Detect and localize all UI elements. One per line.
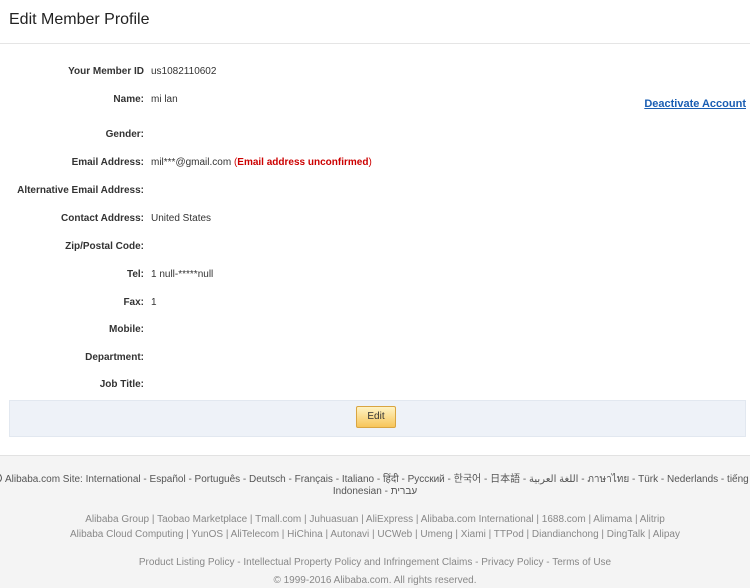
mobile-row: Mobile: (0, 324, 600, 340)
contact-address-label: Contact Address: (61, 213, 144, 224)
department-label: Department: (85, 352, 144, 363)
job-title-row: Job Title: (0, 379, 600, 395)
member-id-label: Your Member ID (68, 66, 144, 77)
member-id-row: Your Member ID us1082110602 (0, 66, 600, 82)
gender-label: Gender: (105, 129, 144, 140)
name-label: Name: (113, 94, 144, 105)
mobile-label: Mobile: (109, 324, 144, 335)
footer-copyright: © 1999-2016 Alibaba.com. All rights rese… (273, 575, 477, 586)
email-label: Email Address: (71, 157, 144, 168)
footer: Alibaba.com Site: International - Españo… (0, 455, 750, 588)
name-value: mi lan (151, 94, 178, 105)
fax-row: Fax: 1 (0, 297, 600, 313)
edit-button[interactable]: Edit (356, 406, 396, 428)
name-row: Name: mi lan (0, 94, 600, 110)
footer-sites-links[interactable]: Alibaba.com Site: International - Españo… (5, 474, 750, 485)
tel-label: Tel: (126, 269, 144, 280)
fax-label: Fax: (123, 297, 144, 308)
page-title: Edit Member Profile (9, 11, 150, 28)
footer-group-links-1[interactable]: Alibaba Group | Taobao Marketplace | Tma… (0, 514, 750, 525)
contact-address-value: United States (151, 213, 212, 224)
zip-row: Zip/Postal Code: (0, 241, 600, 257)
job-title-label: Job Title: (99, 379, 144, 390)
footer-sites-line-2[interactable]: Indonesian - עברית (0, 486, 750, 497)
gender-row: Gender: (0, 129, 600, 145)
department-row: Department: (0, 352, 600, 368)
alt-email-label: Alternative Email Address: (17, 185, 144, 196)
email-row: Email Address: mil***@gmail.com (Email a… (0, 157, 600, 173)
email-value: mil***@gmail.com (151, 157, 232, 168)
zip-label: Zip/Postal Code: (65, 241, 144, 252)
alt-email-row: Alternative Email Address: (0, 185, 600, 201)
fax-value: 1 (151, 297, 157, 308)
email-status-close: ) (368, 157, 372, 168)
footer-sites-line: Alibaba.com Site: International - Españo… (0, 470, 750, 487)
footer-policy-links[interactable]: Product Listing Policy - Intellectual Pr… (0, 557, 750, 568)
tel-row: Tel: 1 null-*****null (0, 269, 600, 285)
email-status-badge: Email address unconfirmed (237, 157, 369, 168)
email-value-group: mil***@gmail.com (Email address unconfir… (151, 157, 372, 168)
deactivate-account-link[interactable]: Deactivate Account (644, 98, 746, 110)
page-header: Edit Member Profile (0, 0, 750, 44)
globe-icon (0, 473, 2, 483)
tel-value: 1 null-*****null (151, 269, 214, 280)
member-id-value: us1082110602 (151, 66, 217, 77)
contact-address-row: Contact Address: United States (0, 213, 600, 229)
footer-group-links-2[interactable]: Alibaba Cloud Computing | YunOS | AliTel… (0, 529, 750, 540)
